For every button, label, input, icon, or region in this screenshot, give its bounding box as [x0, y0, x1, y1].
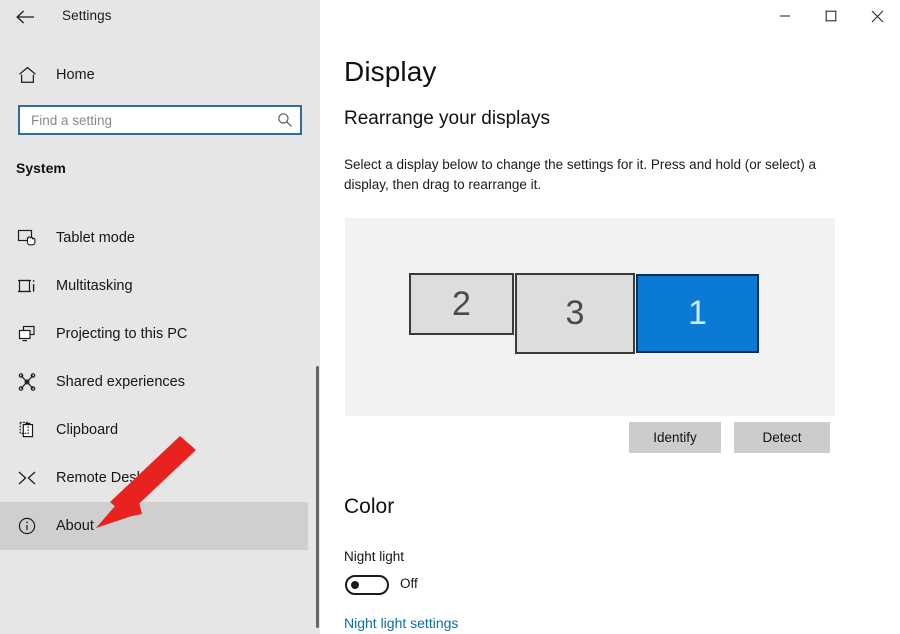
sidebar-item-label-home: Home — [56, 67, 95, 83]
sidebar-item-label: Remote Desktop — [56, 470, 164, 486]
window-controls — [762, 0, 900, 32]
remote-desktop-icon — [4, 468, 50, 488]
maximize-button[interactable] — [808, 0, 854, 32]
night-light-settings-link[interactable]: Night light settings — [344, 615, 458, 631]
display-monitor-3[interactable]: 3 — [515, 273, 635, 354]
main-content: Display Rearrange your displays Select a… — [320, 34, 900, 634]
tablet-mode-icon — [4, 228, 50, 248]
back-button[interactable] — [8, 3, 42, 31]
clipboard-icon — [4, 420, 50, 440]
search-box[interactable] — [18, 105, 302, 135]
display-monitor-number: 2 — [452, 284, 471, 323]
display-monitor-1[interactable]: 1 — [636, 274, 759, 353]
minimize-button[interactable] — [762, 0, 808, 32]
night-light-toggle-knob — [351, 581, 359, 589]
sidebar-item-clipboard[interactable]: Clipboard — [0, 406, 308, 454]
settings-window: Settings Home Find a setting System Tabl… — [0, 0, 900, 634]
sidebar-nav-list: Tablet mode Multitasking Projecting to t… — [0, 214, 308, 550]
night-light-toggle[interactable] — [345, 575, 389, 595]
sidebar-item-label: Shared experiences — [56, 374, 185, 390]
color-section-heading: Color — [344, 495, 395, 518]
night-light-label: Night light — [344, 549, 405, 564]
sidebar-item-label: Tablet mode — [56, 230, 135, 246]
night-light-state: Off — [400, 576, 418, 591]
sidebar-item-tablet-mode[interactable]: Tablet mode — [0, 214, 308, 262]
shared-experiences-icon — [4, 372, 50, 392]
sidebar-item-label: Clipboard — [56, 422, 119, 438]
sidebar-item-label: Projecting to this PC — [56, 326, 188, 342]
home-icon — [4, 66, 50, 84]
display-monitor-2[interactable]: 2 — [409, 273, 514, 335]
sidebar: Home System Tablet mode — [0, 34, 320, 634]
sidebar-item-shared-experiences[interactable]: Shared experiences — [0, 358, 308, 406]
detect-button[interactable]: Detect — [734, 422, 830, 453]
maximize-icon — [825, 10, 837, 22]
minimize-icon — [779, 10, 791, 22]
close-button[interactable] — [854, 0, 900, 32]
search-icon[interactable] — [270, 112, 300, 128]
about-info-icon — [4, 516, 50, 536]
title-bar: Settings — [0, 0, 900, 34]
title-bar-left-pane — [0, 0, 320, 34]
sidebar-item-label: About — [56, 518, 94, 534]
app-title: Settings — [62, 8, 112, 23]
sidebar-item-projecting-to-this-pc[interactable]: Projecting to this PC — [0, 310, 308, 358]
multitasking-icon — [4, 276, 50, 296]
back-arrow-icon — [15, 10, 35, 24]
sidebar-item-multitasking[interactable]: Multitasking — [0, 262, 308, 310]
display-action-buttons: Identify Detect — [345, 422, 835, 454]
page-title: Display — [344, 56, 437, 87]
rearrange-heading: Rearrange your displays — [344, 108, 550, 129]
sidebar-item-label: Multitasking — [56, 278, 133, 294]
sidebar-scrollbar-thumb[interactable] — [316, 366, 319, 628]
display-monitor-number: 3 — [565, 294, 585, 332]
rearrange-description: Select a display below to change the set… — [344, 157, 817, 192]
identify-button[interactable]: Identify — [629, 422, 721, 453]
sidebar-item-about[interactable]: About — [0, 502, 308, 550]
sidebar-section-title: System — [16, 160, 66, 176]
sidebar-item-remote-desktop[interactable]: Remote Desktop — [0, 454, 308, 502]
projecting-icon — [4, 324, 50, 344]
display-arrangement-canvas[interactable]: 2 3 1 — [345, 218, 835, 416]
search-input[interactable] — [20, 106, 270, 134]
display-monitor-number: 1 — [688, 294, 707, 332]
sidebar-item-home[interactable]: Home — [0, 58, 308, 92]
close-icon — [871, 10, 884, 23]
